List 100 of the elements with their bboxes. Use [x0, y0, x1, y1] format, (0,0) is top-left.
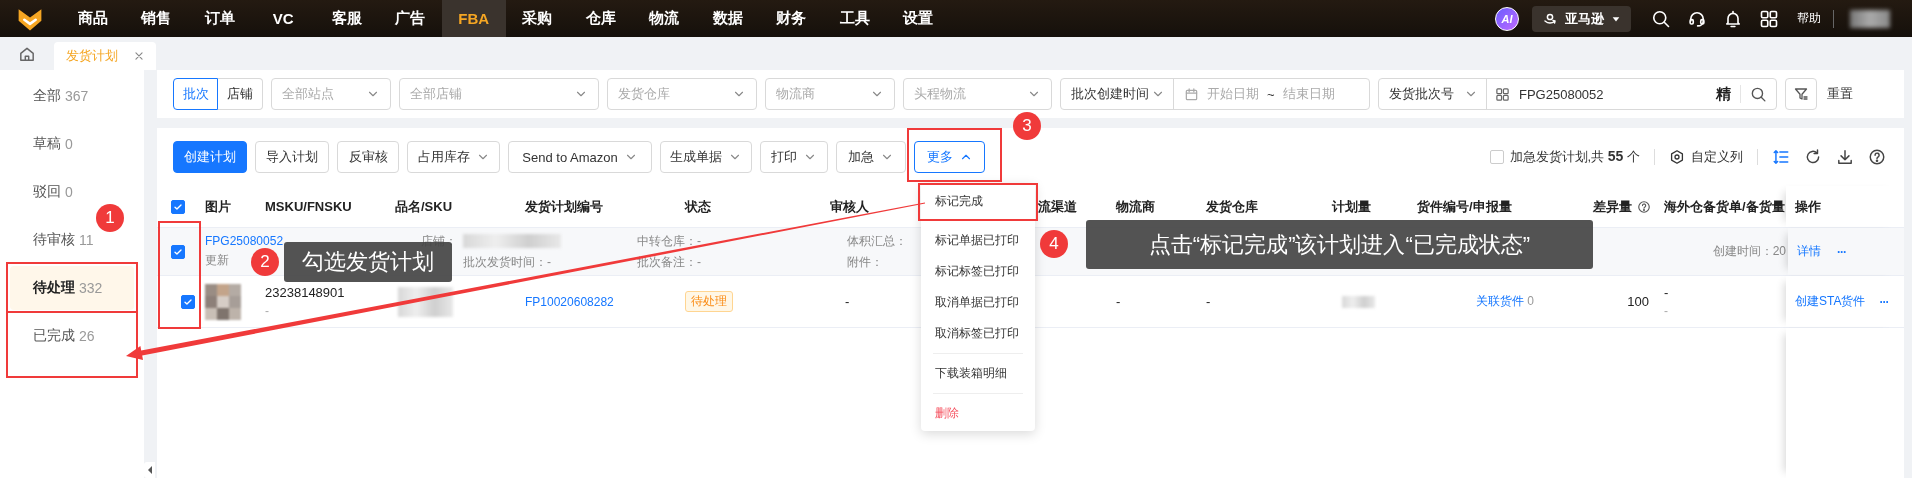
column-header: 计划量 [1332, 197, 1371, 216]
scope-toggle[interactable]: 店铺 [218, 78, 263, 110]
checkbox[interactable] [1489, 150, 1504, 164]
collapse-handle[interactable] [144, 462, 155, 478]
column-header: 货件编号/申报量 [1417, 197, 1512, 216]
toolbar-button[interactable]: Send to Amazon [508, 141, 652, 173]
close-icon[interactable] [132, 49, 146, 63]
nav-menu-item[interactable]: 物流 [632, 0, 696, 37]
column-header: 图片 [205, 197, 231, 216]
sidebar-item[interactable]: 待处理 332 [10, 266, 134, 310]
toolbar-button[interactable]: 占用库存 [407, 141, 500, 173]
ai-button[interactable]: AI [1495, 6, 1519, 31]
shipment-link[interactable]: 关联货件 0 [1476, 293, 1534, 310]
caret-icon [146, 465, 153, 475]
filter-button[interactable] [1785, 78, 1817, 110]
urgent-filter-label: 加急发货计划,共 55 个 [1509, 148, 1640, 166]
refresh-icon[interactable] [1804, 148, 1822, 166]
toolbar-button[interactable]: 反审核 [337, 141, 399, 173]
menu-item[interactable]: 取消标签已打印 [921, 318, 1035, 349]
nav-menu-item[interactable]: 订单 [188, 0, 252, 37]
checkbox[interactable] [171, 199, 185, 214]
search-icon[interactable] [1651, 8, 1671, 29]
nav-menu-item[interactable]: 采购 [505, 0, 569, 37]
column-header: 审核人 [830, 197, 869, 216]
menu-item[interactable]: 标记单据已打印 [921, 225, 1035, 256]
filter-icon [1793, 86, 1809, 102]
sidebar-item[interactable]: 全部 367 [10, 74, 95, 118]
table-cell: - [845, 294, 850, 309]
help-icon[interactable] [1868, 148, 1886, 166]
sidebar-item[interactable]: 已完成 26 [10, 314, 101, 358]
column-header: 状态 [685, 197, 711, 216]
column-header: 操作 [1795, 197, 1821, 216]
marketplace-selector[interactable]: 亚马逊 [1532, 5, 1631, 32]
nav-menu-item[interactable]: 商品 [61, 0, 125, 37]
sidebar-item[interactable]: 草稿 0 [10, 122, 79, 166]
callout-label: 点击“标记完成”该计划进入“已完成状态” [1086, 220, 1593, 269]
column-header: 发货计划编号 [525, 197, 603, 216]
tab-label: 发货计划 [66, 47, 118, 65]
help-icon[interactable] [1637, 199, 1651, 214]
table-cell: - [1664, 285, 1669, 300]
menu-item[interactable]: 下载装箱明细 [921, 358, 1035, 389]
nav-menu-item[interactable]: 数据 [696, 0, 760, 37]
toolbar-button[interactable]: 导入计划 [255, 141, 329, 173]
download-icon[interactable] [1836, 148, 1854, 166]
menu-item[interactable]: 标记完成 [921, 186, 1035, 217]
custom-columns-button[interactable]: 自定义列 [1669, 148, 1743, 166]
meta-text: 更新 [205, 252, 229, 269]
nav-menu-item[interactable]: FBA [442, 0, 506, 37]
column-header: 发货仓库 [1206, 197, 1258, 216]
table-cell: - [1116, 294, 1121, 309]
sidebar-item[interactable]: 驳回 0 [10, 170, 79, 214]
column-header: 海外仓备货单/备货量 [1664, 197, 1785, 216]
nav-menu-item[interactable]: 财务 [759, 0, 823, 37]
details-link[interactable]: 详情 [1797, 243, 1821, 260]
plan-link[interactable]: FP10020608282 [525, 294, 614, 309]
menu-item[interactable]: 删除 [921, 398, 1035, 429]
column-header: 差异量 [1593, 197, 1632, 216]
batch-link[interactable]: FPG25080052 [205, 234, 284, 248]
toolbar-button[interactable]: 创建计划 [173, 141, 247, 173]
grid-icon[interactable] [1759, 8, 1779, 29]
redacted-block [1850, 9, 1890, 28]
nav-menu-item[interactable]: 设置 [886, 0, 950, 37]
checkbox[interactable] [181, 294, 195, 309]
more-actions-button[interactable]: ··· [1837, 244, 1846, 259]
column-header: 流渠道 [1038, 197, 1077, 216]
more-actions-button[interactable]: ··· [1879, 294, 1889, 309]
marketplace-name: 亚马逊 [1565, 9, 1604, 28]
nav-menu-item[interactable]: 广告 [378, 0, 442, 37]
nav-menu-item[interactable]: 销售 [124, 0, 188, 37]
table-cell: - [1206, 294, 1211, 309]
meta-text: 创建时间：20 [1712, 243, 1786, 260]
toolbar-button[interactable]: 生成单据 [660, 141, 752, 173]
checkbox[interactable] [171, 244, 185, 259]
status-tag: 待处理 [685, 291, 733, 312]
nav-menu-item[interactable]: 仓库 [569, 0, 633, 37]
create-shipment-link[interactable]: 创建STA货件 [1795, 293, 1866, 310]
nav-menu-item[interactable]: 工具 [823, 0, 887, 37]
meta-text: 体积汇总： [847, 232, 907, 250]
row-density-icon[interactable] [1772, 148, 1790, 166]
table-cell: - [1664, 304, 1668, 318]
menu-item[interactable]: 标记标签已打印 [921, 256, 1035, 287]
scope-toggle[interactable]: 批次 [173, 78, 218, 110]
nav-menu-item[interactable]: 客服 [315, 0, 379, 37]
redacted-block [1342, 295, 1375, 308]
column-header: MSKU/FNSKU [265, 199, 352, 214]
nav-menu-item[interactable]: VC [251, 0, 315, 37]
table-cell: 100 [1627, 294, 1649, 309]
column-header: 品名/SKU [395, 197, 453, 216]
column-header: 物流商 [1116, 197, 1155, 216]
table-cell: 23238148901 [265, 285, 345, 300]
menu-item[interactable]: 取消单据已打印 [921, 287, 1035, 318]
toolbar-button[interactable]: 加急 [836, 141, 906, 173]
meta-text: 中转仓库：- [637, 232, 701, 250]
toolbar-button[interactable]: 打印 [760, 141, 828, 173]
hexagon-icon [1669, 149, 1685, 165]
bell-icon[interactable] [1723, 8, 1743, 29]
toolbar-button[interactable]: 更多 [914, 141, 985, 173]
help-link[interactable]: 帮助 [1797, 10, 1821, 27]
reset-button[interactable]: 重置 [1827, 85, 1853, 103]
meta-text: 批次发货时间：- [463, 253, 551, 271]
